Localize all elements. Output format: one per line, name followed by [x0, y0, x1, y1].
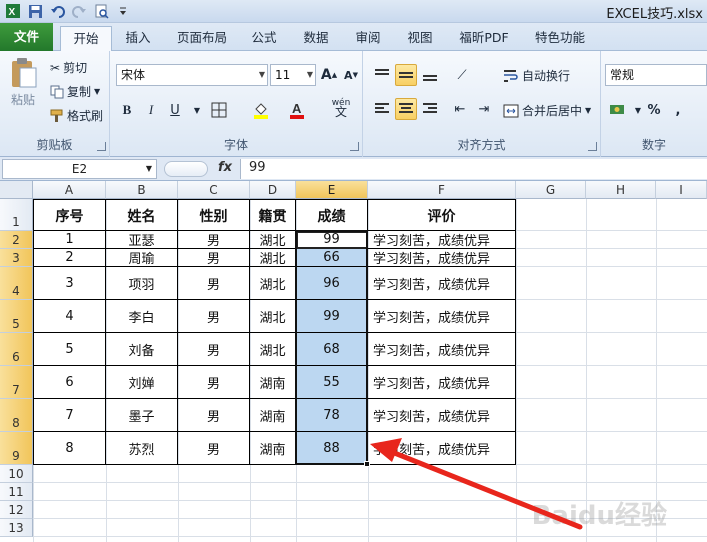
red-arrow-head — [370, 438, 402, 462]
red-arrow-shaft — [389, 449, 583, 530]
annotation-layer — [370, 438, 583, 530]
